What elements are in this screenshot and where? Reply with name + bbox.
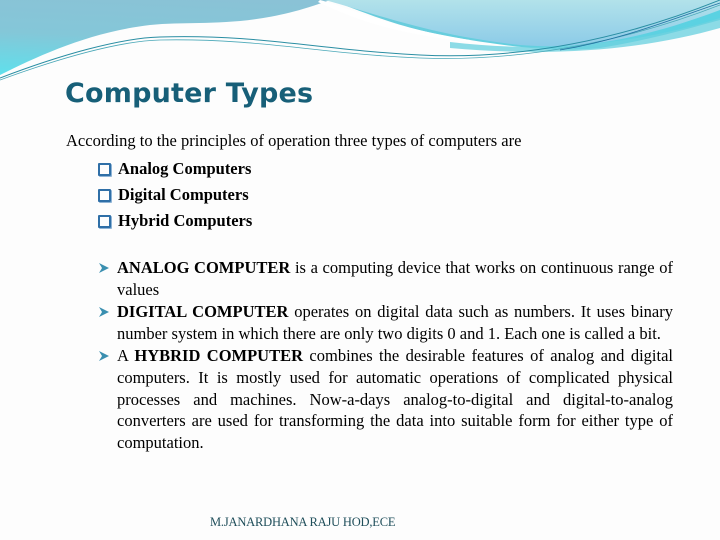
arrow-right-icon	[99, 263, 109, 273]
description-prefix: A	[117, 346, 135, 366]
checkbox-square-icon	[98, 188, 111, 202]
arrow-right-icon	[99, 307, 109, 318]
header-wave-decoration	[0, 0, 720, 81]
list-item: A HYBRID COMPUTER combines the desirable…	[98, 345, 673, 453]
slide-title: Computer Types	[65, 78, 314, 109]
list-item: ANALOG COMPUTER is a computing device th…	[98, 257, 673, 300]
footer-author: M.JANARDHANA RAJU HOD,ECE	[210, 515, 396, 529]
checkbox-square-icon	[98, 214, 111, 228]
type-label: Digital Computers	[118, 185, 249, 204]
description-term: ANALOG COMPUTER	[117, 258, 291, 277]
descriptions-list: ANALOG COMPUTER is a computing device th…	[98, 257, 673, 454]
description-term: DIGITAL COMPUTER	[117, 302, 289, 322]
list-item: Hybrid Computers	[98, 208, 252, 234]
list-item: Digital Computers	[98, 182, 252, 208]
checkbox-square-icon	[98, 162, 111, 176]
intro-text: According to the principles of operation…	[66, 131, 522, 150]
list-item: Analog Computers	[98, 156, 252, 182]
list-item: DIGITAL COMPUTER operates on digital dat…	[98, 301, 673, 344]
description-term: HYBRID COMPUTER	[134, 346, 304, 366]
type-label: Hybrid Computers	[118, 211, 253, 230]
computer-types-list: Analog Computers Digital Computers Hybri…	[98, 156, 252, 234]
arrow-right-icon	[99, 351, 109, 362]
type-label: Analog Computers	[118, 159, 252, 178]
